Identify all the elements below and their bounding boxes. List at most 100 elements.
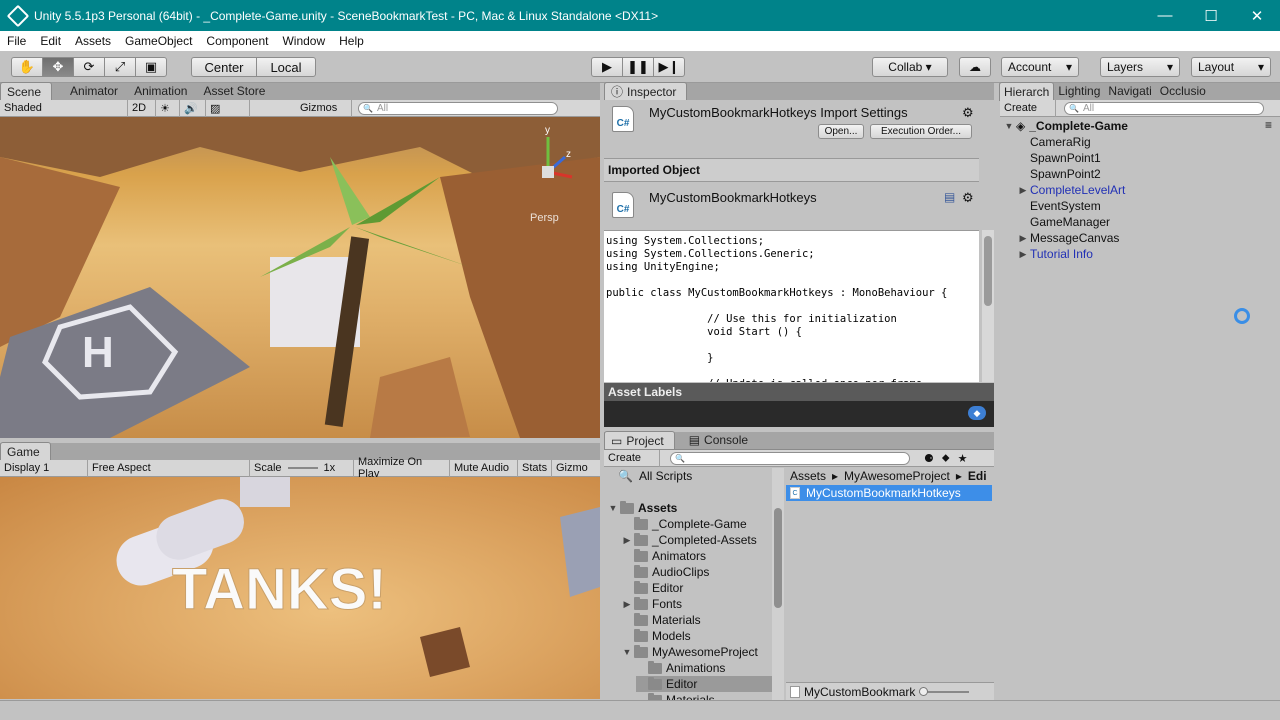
tab-navigation[interactable]: Navigati — [1104, 82, 1155, 100]
maximize-button[interactable]: ☐ — [1188, 0, 1234, 31]
scene-viewport[interactable]: H y z Persp — [0, 117, 600, 438]
project-folder-item[interactable]: Editor — [622, 580, 683, 596]
lighting-icon[interactable]: ☀ — [156, 99, 180, 117]
filter-label-icon[interactable]: ⬥ — [942, 452, 950, 465]
hierarchy-item[interactable]: SpawnPoint1 — [1018, 150, 1101, 166]
tab-scene[interactable]: Scene — [0, 82, 53, 100]
expand-arrow-icon[interactable]: ▼ — [1004, 121, 1014, 131]
step-button[interactable]: ▶❙ — [653, 57, 685, 77]
hierarchy-create-dropdown[interactable]: Create — [1000, 99, 1056, 117]
effects-icon[interactable]: ▨ — [206, 99, 250, 117]
scale-tool-icon[interactable]: ⤢ — [104, 57, 136, 77]
menu-window[interactable]: Window — [275, 34, 332, 48]
code-scrollbar-thumb[interactable] — [984, 236, 992, 306]
gear-icon[interactable]: ⚙ — [962, 190, 974, 206]
persp-label[interactable]: Persp — [530, 212, 559, 224]
gear-icon[interactable]: ⚙ — [962, 105, 974, 121]
pivot-local-button[interactable]: Local — [256, 57, 316, 77]
project-folder-item[interactable]: ▶ _Completed-Assets — [622, 532, 757, 548]
project-folder-item[interactable]: Editor — [636, 676, 772, 692]
menu-file[interactable]: File — [0, 34, 33, 48]
tab-animation[interactable]: Animation — [128, 82, 197, 100]
menu-edit[interactable]: Edit — [33, 34, 68, 48]
expand-arrow-icon[interactable]: ▼ — [622, 647, 632, 657]
tab-project[interactable]: ▭ Project — [604, 431, 675, 449]
shading-mode-dropdown[interactable]: Shaded — [0, 99, 128, 117]
cloud-icon[interactable]: ☁ — [959, 57, 991, 77]
game-viewport[interactable]: TANKS! — [0, 477, 600, 699]
hierarchy-item[interactable]: GameManager — [1018, 214, 1110, 230]
icon-size-slider[interactable] — [919, 686, 970, 696]
tab-game[interactable]: Game — [0, 442, 51, 460]
tab-animator[interactable]: Animator — [64, 82, 128, 100]
menu-gameobject[interactable]: GameObject — [118, 34, 199, 48]
menu-help[interactable]: Help — [332, 34, 371, 48]
tab-hierarchy[interactable]: Hierarch — [999, 82, 1055, 100]
layout-dropdown[interactable]: Layout ▾ — [1191, 57, 1271, 77]
pivot-center-button[interactable]: Center — [191, 57, 257, 77]
tag-icon[interactable]: ◆ — [968, 406, 986, 420]
project-folder-item[interactable]: Materials — [622, 612, 701, 628]
project-create-dropdown[interactable]: Create — [604, 449, 660, 467]
tree-scrollbar[interactable] — [772, 468, 784, 700]
project-folder-item[interactable]: ▼ Assets — [608, 500, 677, 516]
aspect-dropdown[interactable]: Free Aspect — [88, 459, 250, 477]
stats-toggle[interactable]: Stats — [518, 459, 552, 477]
audio-icon[interactable]: 🔊 — [180, 99, 206, 117]
gizmo-center[interactable] — [542, 166, 554, 178]
move-tool-icon[interactable]: ✥ — [42, 57, 74, 77]
play-button[interactable]: ▶ — [591, 57, 623, 77]
code-scrollbar[interactable] — [982, 230, 994, 382]
2d-toggle[interactable]: 2D — [128, 99, 156, 117]
hierarchy-item[interactable]: ▶ MessageCanvas — [1018, 230, 1120, 246]
breadcrumb-myawesomeproject[interactable]: MyAwesomeProject — [844, 469, 950, 483]
tab-lighting[interactable]: Lighting — [1054, 82, 1104, 100]
hierarchy-item[interactable]: ▶ Tutorial Info — [1018, 246, 1093, 262]
account-dropdown[interactable]: Account ▾ — [1001, 57, 1079, 77]
project-folder-item[interactable]: AudioClips — [622, 564, 709, 580]
project-folder-item[interactable]: Animators — [622, 548, 706, 564]
expand-arrow-icon[interactable]: ▶ — [1018, 233, 1028, 244]
scene-options-icon[interactable]: ≡ — [1265, 118, 1272, 132]
project-folder-item[interactable]: Materials — [636, 692, 715, 700]
project-search-input[interactable] — [670, 451, 910, 465]
breadcrumb-assets[interactable]: Assets — [790, 469, 826, 483]
filter-type-icon[interactable]: ⚈ — [924, 452, 934, 465]
maximize-on-play-toggle[interactable]: Maximize On Play — [354, 456, 450, 480]
tab-occlusion[interactable]: Occlusio — [1156, 82, 1210, 100]
hierarchy-item[interactable]: CameraRig — [1018, 134, 1091, 150]
project-folder-item[interactable]: Animations — [636, 660, 725, 676]
selected-file-row[interactable]: C MyCustomBookmarkHotkeys — [786, 485, 992, 501]
execution-order-button[interactable]: Execution Order... — [870, 124, 972, 139]
project-folder-item[interactable]: ▼ MyAwesomeProject — [622, 644, 758, 660]
rect-tool-icon[interactable]: ▣ — [135, 57, 167, 77]
scene-root-row[interactable]: ▼ ◈ _Complete-Game — [1004, 118, 1128, 134]
scale-track[interactable] — [287, 467, 318, 469]
breadcrumb-editor[interactable]: Edi — [968, 469, 987, 483]
tab-console[interactable]: ▤ Console — [683, 431, 758, 449]
expand-arrow-icon[interactable]: ▶ — [622, 599, 632, 610]
scale-slider[interactable]: Scale 1x — [250, 459, 354, 477]
expand-arrow-icon[interactable]: ▶ — [1018, 249, 1028, 260]
tab-inspector[interactable]: ⓘ Inspector — [604, 82, 688, 100]
tab-asset-store[interactable]: Asset Store — [197, 82, 275, 100]
close-button[interactable]: ✕ — [1234, 0, 1280, 31]
hierarchy-item[interactable]: ▶ CompleteLevelArt — [1018, 182, 1126, 198]
tree-scrollbar-thumb[interactable] — [774, 508, 782, 608]
menu-component[interactable]: Component — [199, 34, 275, 48]
favorite-star-icon[interactable]: ★ — [958, 452, 968, 465]
rotate-tool-icon[interactable]: ⟳ — [73, 57, 105, 77]
scene-search-input[interactable]: All — [358, 101, 558, 115]
collab-button[interactable]: Collab ▾ — [872, 57, 948, 77]
hierarchy-search-input[interactable]: All — [1064, 101, 1264, 115]
layers-dropdown[interactable]: Layers ▾ — [1100, 57, 1180, 77]
project-folder-item[interactable]: _Complete-Game — [622, 516, 747, 532]
hierarchy-item[interactable]: SpawnPoint2 — [1018, 166, 1101, 182]
expand-arrow-icon[interactable]: ▼ — [608, 503, 618, 513]
favorite-item[interactable]: 🔍 All Scripts — [618, 468, 692, 484]
mute-audio-toggle[interactable]: Mute Audio — [450, 459, 518, 477]
open-button[interactable]: Open... — [818, 124, 864, 139]
project-folder-item[interactable]: Models — [622, 628, 691, 644]
display-dropdown[interactable]: Display 1 — [0, 459, 88, 477]
menu-assets[interactable]: Assets — [68, 34, 118, 48]
